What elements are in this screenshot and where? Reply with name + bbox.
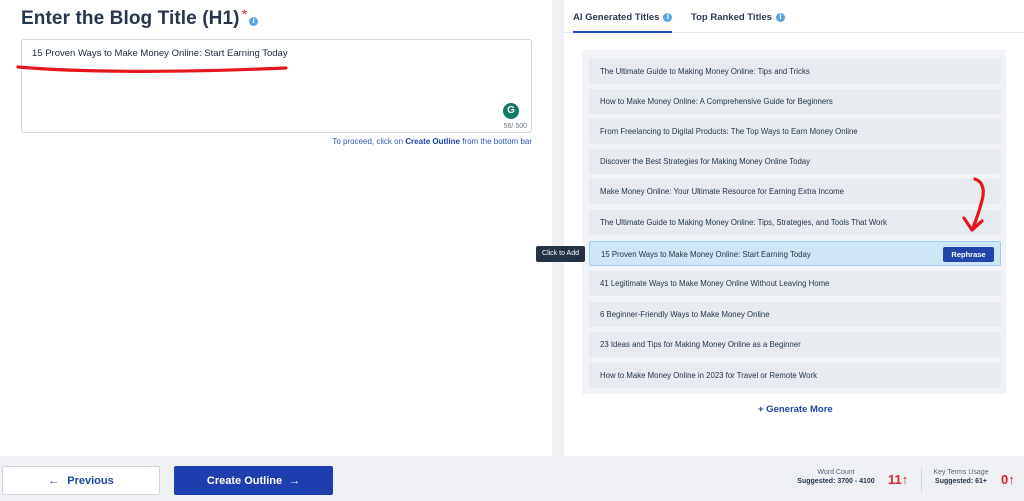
title-suggestion[interactable]: From Freelancing to Digital Products: Th… — [589, 119, 1001, 144]
title-suggestions-panel: AI Generated Titles i Top Ranked Titles … — [564, 0, 1024, 456]
previous-button[interactable]: ← Previous — [2, 466, 160, 495]
stat-divider — [921, 468, 922, 492]
title-suggestion[interactable]: How to Make Money Online in 2023 for Tra… — [589, 363, 1001, 388]
blog-title-value[interactable]: 15 Proven Ways to Make Money Online: Sta… — [32, 48, 288, 59]
title-suggestion[interactable]: How to Make Money Online: A Comprehensiv… — [589, 89, 1001, 114]
proceed-hint: To proceed, click on Create Outline from… — [332, 137, 532, 146]
character-counter: 56/ 500 — [503, 123, 527, 130]
create-outline-button[interactable]: Create Outline → — [174, 466, 333, 495]
title-suggestion[interactable]: 41 Legitimate Ways to Make Money Online … — [589, 271, 1001, 296]
word-count-value: 11↑ — [888, 472, 909, 487]
red-arrow-annotation — [962, 177, 985, 232]
title-suggestion[interactable]: The Ultimate Guide to Making Money Onlin… — [589, 210, 1001, 235]
bottom-bar: ← Previous Create Outline → Word Count S… — [0, 458, 1024, 501]
title-editor-panel: Enter the Blog Title (H1) * i 15 Proven … — [0, 0, 552, 456]
page-title: Enter the Blog Title (H1) — [21, 8, 240, 29]
blog-title-input[interactable]: 15 Proven Ways to Make Money Online: Sta… — [21, 39, 532, 133]
title-suggestion-selected[interactable]: 15 Proven Ways to Make Money Online: Sta… — [589, 241, 1001, 266]
rephrase-button[interactable]: Rephrase — [943, 247, 994, 262]
red-underline-annotation — [16, 65, 288, 73]
heading-row: Enter the Blog Title (H1) * i — [21, 6, 259, 30]
word-count-stat: Word Count Suggested: 3700 - 4100 — [797, 469, 875, 485]
click-to-add-tooltip: Click to Add — [536, 246, 585, 262]
title-suggestion[interactable]: Discover the Best Strategies for Making … — [589, 149, 1001, 174]
title-suggestion[interactable]: The Ultimate Guide to Making Money Onlin… — [589, 59, 1001, 84]
info-icon[interactable]: i — [249, 17, 259, 26]
grammarly-icon[interactable]: G — [503, 103, 519, 119]
info-icon[interactable]: i — [663, 13, 673, 22]
key-terms-value: 0↑ — [1001, 472, 1015, 487]
info-icon[interactable]: i — [775, 13, 785, 22]
tab-ai-generated-titles[interactable]: AI Generated Titles i — [573, 12, 673, 33]
title-list: The Ultimate Guide to Making Money Onlin… — [582, 50, 1006, 394]
title-suggestion[interactable]: Make Money Online: Your Ultimate Resourc… — [589, 179, 1001, 204]
tab-top-ranked-titles[interactable]: Top Ranked Titles i — [691, 12, 785, 23]
arrow-up-icon: ↑ — [1008, 472, 1015, 487]
required-marker: * — [241, 6, 248, 22]
arrow-up-icon: ↑ — [901, 472, 909, 487]
arrow-right-icon: → — [289, 474, 301, 487]
key-terms-stat: Key Terms Usage Suggested: 61+ — [933, 469, 989, 485]
suggestion-tabs: AI Generated Titles i Top Ranked Titles … — [564, 0, 1024, 33]
generate-more-button[interactable]: + Generate More — [758, 404, 833, 415]
title-suggestion[interactable]: 6 Beginner-Friendly Ways to Make Money O… — [589, 302, 1001, 327]
title-suggestion[interactable]: 23 Ideas and Tips for Making Money Onlin… — [589, 332, 1001, 357]
proceed-hint-link: Create Outline — [405, 137, 460, 146]
arrow-left-icon: ← — [48, 474, 60, 487]
